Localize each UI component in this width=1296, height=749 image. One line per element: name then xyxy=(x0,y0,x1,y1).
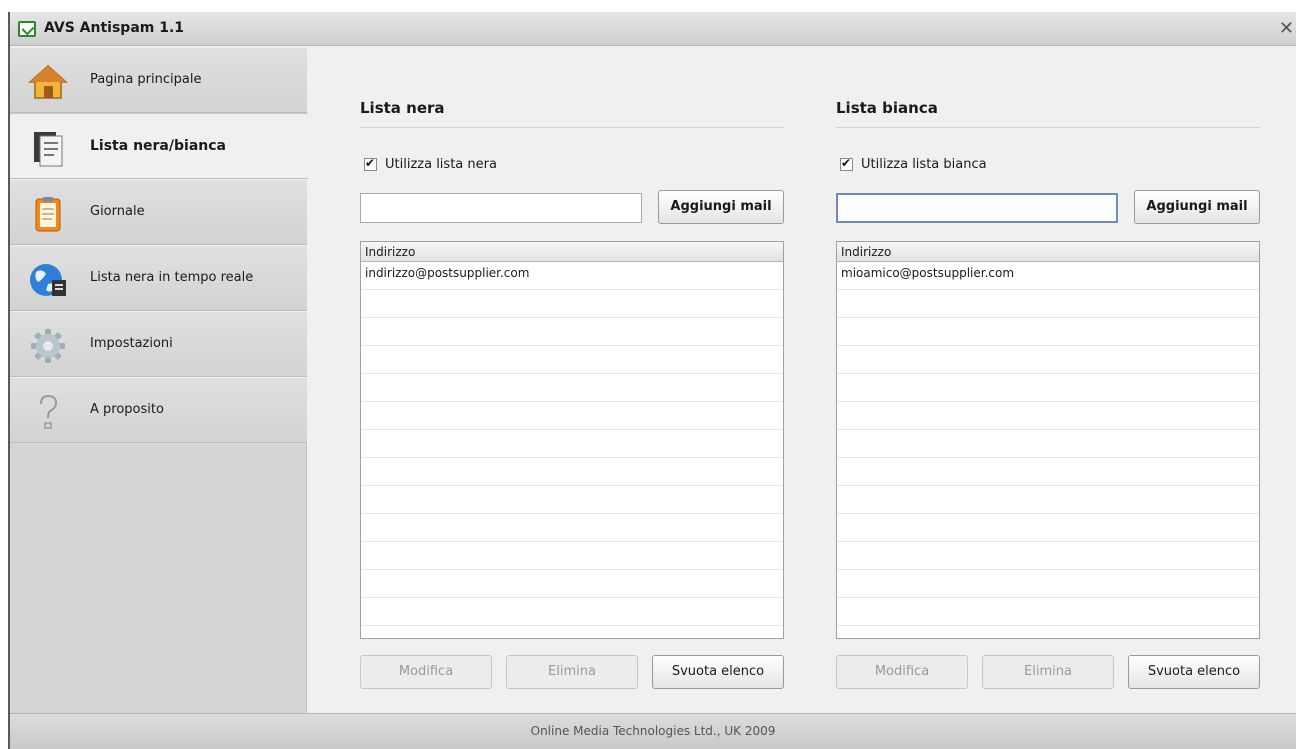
sidebar-item-lista-nera-bianca[interactable]: Lista nera/bianca xyxy=(10,113,308,179)
sidebar-item-label: Impostazioni xyxy=(90,336,173,351)
whitelist-add-button[interactable]: Aggiungi mail xyxy=(1134,190,1260,224)
clipboard-icon xyxy=(28,194,68,234)
table-row-empty xyxy=(361,486,783,514)
app-window: AVS Antispam 1.1 ✕ Pagina principale Lis… xyxy=(8,12,1296,749)
whitelist-enable-row[interactable]: Utilizza lista bianca xyxy=(840,156,987,172)
window-title: AVS Antispam 1.1 xyxy=(44,20,185,36)
whitelist-delete-button[interactable]: Elimina xyxy=(982,655,1114,689)
column-header-address[interactable]: Indirizzo xyxy=(837,242,1259,262)
blacklist-edit-button[interactable]: Modifica xyxy=(360,655,492,689)
table-row-empty xyxy=(837,346,1259,374)
table-row-empty xyxy=(361,598,783,626)
table-row[interactable]: indirizzo@postsupplier.com xyxy=(361,262,783,290)
table-row-empty xyxy=(361,458,783,486)
table-row-empty xyxy=(837,318,1259,346)
globe-icon xyxy=(28,260,68,300)
gear-icon xyxy=(28,326,68,366)
table-row-empty xyxy=(361,374,783,402)
whitelist-edit-button[interactable]: Modifica xyxy=(836,655,968,689)
table-row-empty xyxy=(837,570,1259,598)
table-row-empty xyxy=(837,290,1259,318)
sidebar-item-a-proposito[interactable]: A proposito xyxy=(10,377,307,443)
checkbox-label: Utilizza lista nera xyxy=(385,157,497,172)
blacklist-clear-button[interactable]: Svuota elenco xyxy=(652,655,784,689)
whitelist-clear-button[interactable]: Svuota elenco xyxy=(1128,655,1260,689)
table-row-empty xyxy=(361,402,783,430)
sidebar-item-lista-nera-tempo-reale[interactable]: Lista nera in tempo reale xyxy=(10,245,307,311)
blacklist-add-button[interactable]: Aggiungi mail xyxy=(658,190,784,224)
table-row-empty xyxy=(837,374,1259,402)
whitelist-title: Lista bianca xyxy=(836,99,938,117)
table-row[interactable]: mioamico@postsupplier.com xyxy=(837,262,1259,290)
table-row-empty xyxy=(837,430,1259,458)
blacklist-enable-row[interactable]: Utilizza lista nera xyxy=(364,156,497,172)
question-icon xyxy=(28,392,68,432)
blacklist-divider xyxy=(360,127,784,128)
table-row-empty xyxy=(361,290,783,318)
title-bar: AVS Antispam 1.1 ✕ xyxy=(10,12,1296,46)
whitelist-email-input[interactable] xyxy=(836,193,1118,223)
table-row-empty xyxy=(837,514,1259,542)
close-icon[interactable]: ✕ xyxy=(1279,18,1294,39)
blacklist-enable-checkbox[interactable] xyxy=(364,156,377,171)
table-row-empty xyxy=(361,542,783,570)
app-logo-icon xyxy=(18,21,36,37)
table-row-empty xyxy=(361,346,783,374)
sidebar-item-label: Giornale xyxy=(90,204,145,219)
blacklist-table: Indirizzo indirizzo@postsupplier.com xyxy=(360,241,784,639)
sidebar-item-pagina-principale[interactable]: Pagina principale xyxy=(10,47,307,113)
checkbox-label: Utilizza lista bianca xyxy=(861,157,987,172)
whitelist-table: Indirizzo mioamico@postsupplier.com xyxy=(836,241,1260,639)
copyright-text: Online Media Technologies Ltd., UK 2009 xyxy=(530,724,776,738)
status-bar: Online Media Technologies Ltd., UK 2009 xyxy=(10,713,1296,749)
table-row-empty xyxy=(837,542,1259,570)
document-list-icon xyxy=(28,128,68,168)
sidebar: Pagina principale Lista nera/bianca Gior… xyxy=(10,47,308,713)
table-row-empty xyxy=(837,598,1259,626)
sidebar-item-label: Pagina principale xyxy=(90,72,202,87)
blacklist-email-input[interactable] xyxy=(360,193,642,223)
main-content: Lista nera Utilizza lista nera Aggiungi … xyxy=(308,47,1296,713)
blacklist-title: Lista nera xyxy=(360,99,445,117)
sidebar-item-label: Lista nera/bianca xyxy=(90,138,226,154)
sidebar-item-label: A proposito xyxy=(90,402,164,417)
table-row-empty xyxy=(361,514,783,542)
column-header-address[interactable]: Indirizzo xyxy=(361,242,783,262)
table-row-empty xyxy=(837,486,1259,514)
table-row-empty xyxy=(837,458,1259,486)
home-icon xyxy=(28,62,68,102)
whitelist-divider xyxy=(836,127,1260,128)
whitelist-enable-checkbox[interactable] xyxy=(840,156,853,171)
table-row-empty xyxy=(837,402,1259,430)
table-row-empty xyxy=(361,570,783,598)
sidebar-item-label: Lista nera in tempo reale xyxy=(90,270,254,285)
table-row-empty xyxy=(361,318,783,346)
sidebar-item-impostazioni[interactable]: Impostazioni xyxy=(10,311,307,377)
table-row-empty xyxy=(361,430,783,458)
sidebar-item-giornale[interactable]: Giornale xyxy=(10,179,307,245)
blacklist-delete-button[interactable]: Elimina xyxy=(506,655,638,689)
